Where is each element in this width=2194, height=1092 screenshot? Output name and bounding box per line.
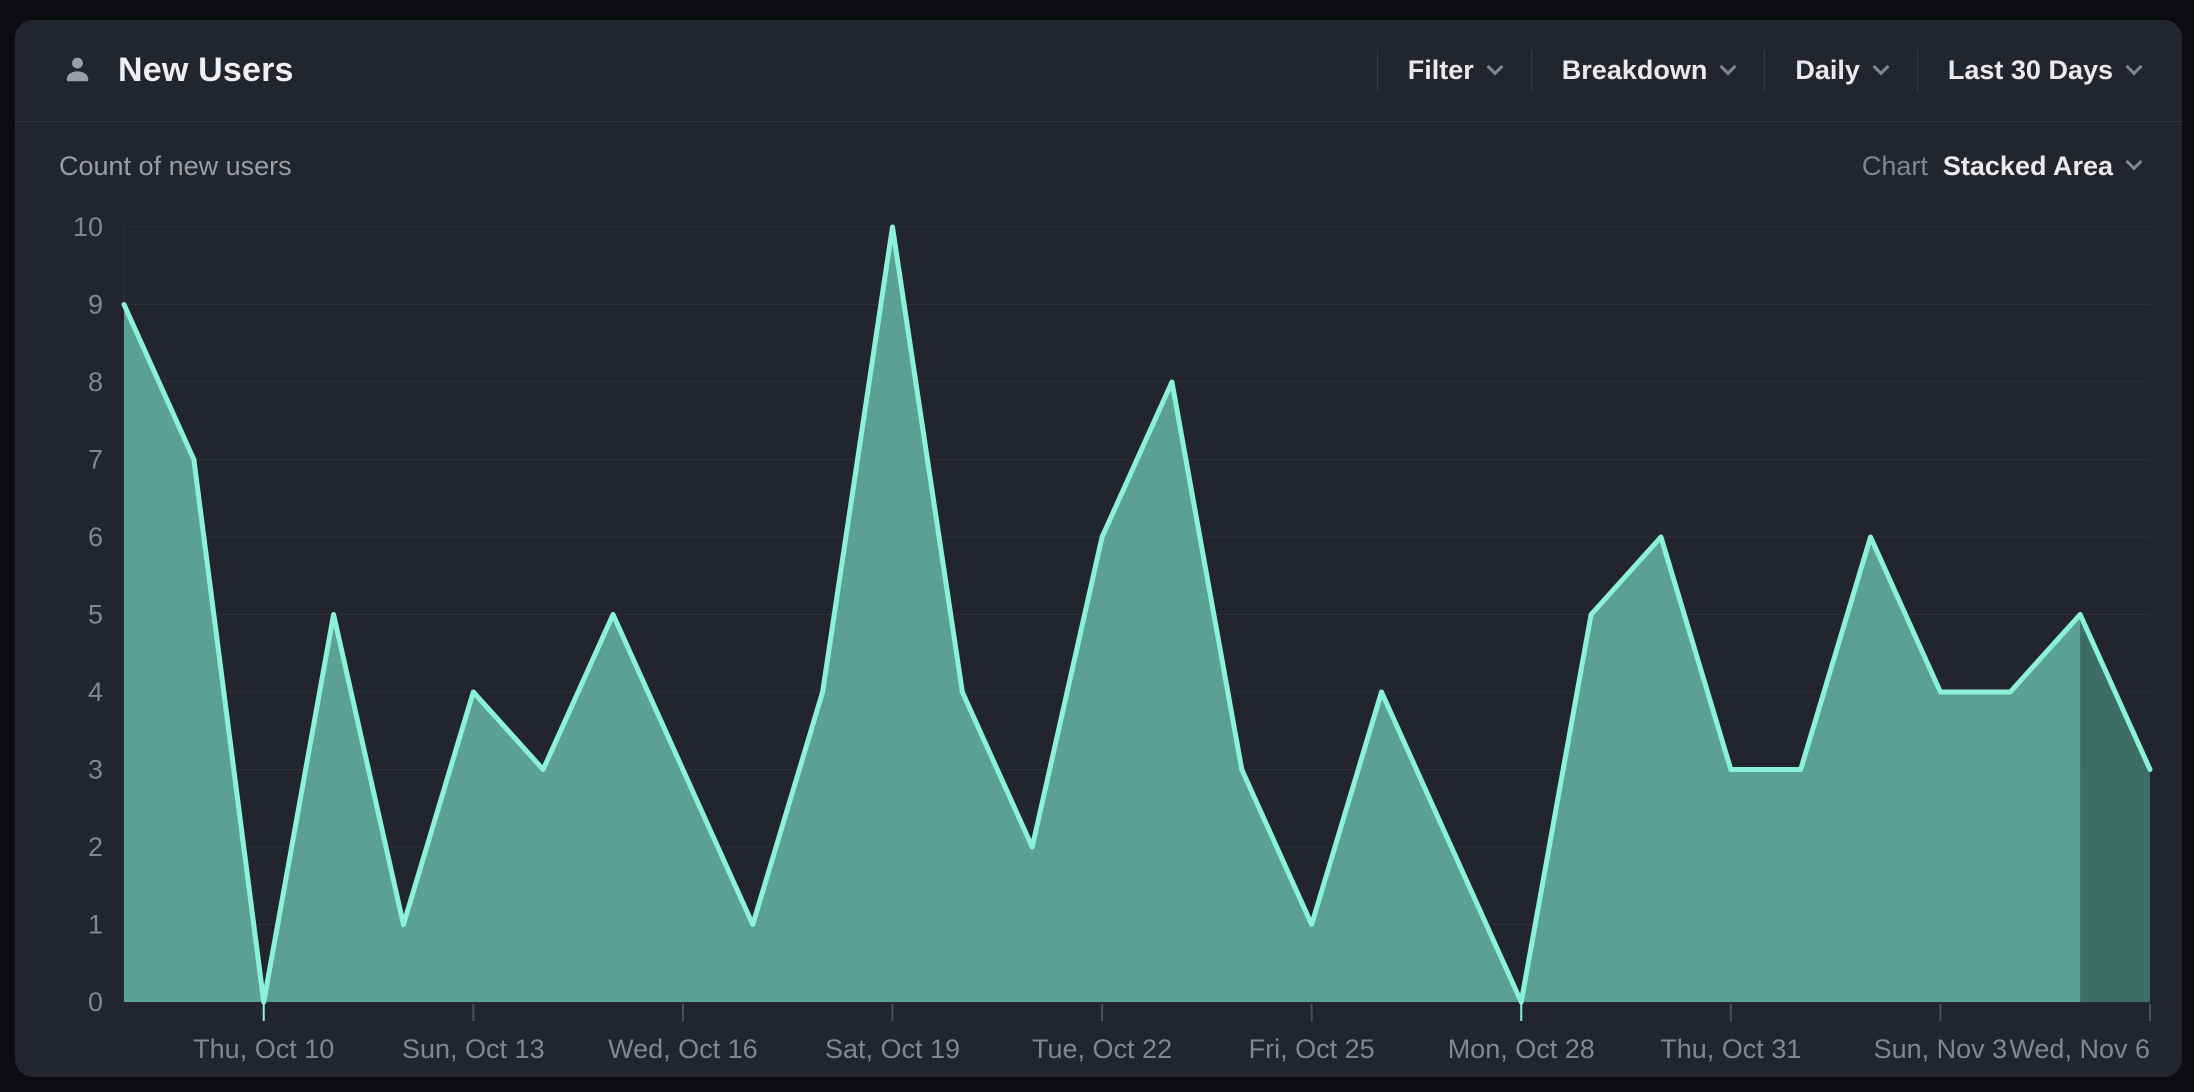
chart-type-label: Chart xyxy=(1862,151,1928,182)
chevron-down-icon xyxy=(1872,58,1889,75)
filter-button[interactable]: Filter xyxy=(1378,55,1531,86)
chevron-down-icon xyxy=(1720,58,1737,75)
chevron-down-icon xyxy=(1486,58,1503,75)
new-users-card: New Users Filter Breakdown Daily xyxy=(15,20,2182,1077)
y-axis-label: 9 xyxy=(88,290,103,320)
x-axis-label: Mon, Oct 28 xyxy=(1448,1034,1595,1064)
chart-toolbar: Count of new users Chart Stacked Area xyxy=(59,143,2140,189)
area-fill-incomplete xyxy=(2080,615,2150,1003)
y-axis-label: 0 xyxy=(88,987,103,1017)
chart-type-value: Stacked Area xyxy=(1943,151,2113,182)
breakdown-button[interactable]: Breakdown xyxy=(1532,55,1765,86)
y-axis-label: 2 xyxy=(88,832,103,862)
header-controls: Filter Breakdown Daily Last 30 Days xyxy=(1377,50,2140,92)
y-axis-label: 7 xyxy=(88,445,103,475)
y-axis-label: 10 xyxy=(73,212,103,242)
x-axis-label: Fri, Oct 25 xyxy=(1249,1034,1375,1064)
y-axis-label: 5 xyxy=(88,600,103,630)
date-range-button[interactable]: Last 30 Days xyxy=(1918,55,2140,86)
x-axis-label: Thu, Oct 10 xyxy=(193,1034,334,1064)
x-axis-label: Thu, Oct 31 xyxy=(1660,1034,1801,1064)
page: New Users Filter Breakdown Daily xyxy=(0,0,2194,1092)
chart-type-selector[interactable]: Chart Stacked Area xyxy=(1862,151,2140,182)
filter-label: Filter xyxy=(1408,55,1474,86)
granularity-label: Daily xyxy=(1795,55,1860,86)
chevron-down-icon xyxy=(2126,154,2143,171)
chart-canvas[interactable]: 0 1 2 3 4 5 6 7 8 9 10 Thu, Oct 10 Sun, Oct 13 Wed, O… xyxy=(15,122,2182,1077)
chevron-down-icon xyxy=(2126,58,2143,75)
date-range-label: Last 30 Days xyxy=(1948,55,2113,86)
card-header: New Users Filter Breakdown Daily xyxy=(15,20,2182,122)
x-axis-label: Wed, Nov 6 xyxy=(2009,1034,2150,1064)
x-axis-label: Sat, Oct 19 xyxy=(825,1034,960,1064)
y-axis-label: 8 xyxy=(88,367,103,397)
y-axis-label: 6 xyxy=(88,522,103,552)
user-icon xyxy=(59,52,96,89)
breakdown-label: Breakdown xyxy=(1562,55,1708,86)
y-axis-label: 3 xyxy=(88,755,103,785)
x-axis-label: Sun, Oct 13 xyxy=(402,1034,545,1064)
y-axis-label: 4 xyxy=(88,677,103,707)
y-axis-label: 1 xyxy=(88,910,103,940)
metric-label: Count of new users xyxy=(59,151,292,182)
x-axis-label: Sun, Nov 3 xyxy=(1874,1034,2008,1064)
page-title: New Users xyxy=(118,51,294,90)
x-axis-label: Wed, Oct 16 xyxy=(608,1034,758,1064)
granularity-button[interactable]: Daily xyxy=(1765,55,1917,86)
x-axis-label: Tue, Oct 22 xyxy=(1032,1034,1172,1064)
